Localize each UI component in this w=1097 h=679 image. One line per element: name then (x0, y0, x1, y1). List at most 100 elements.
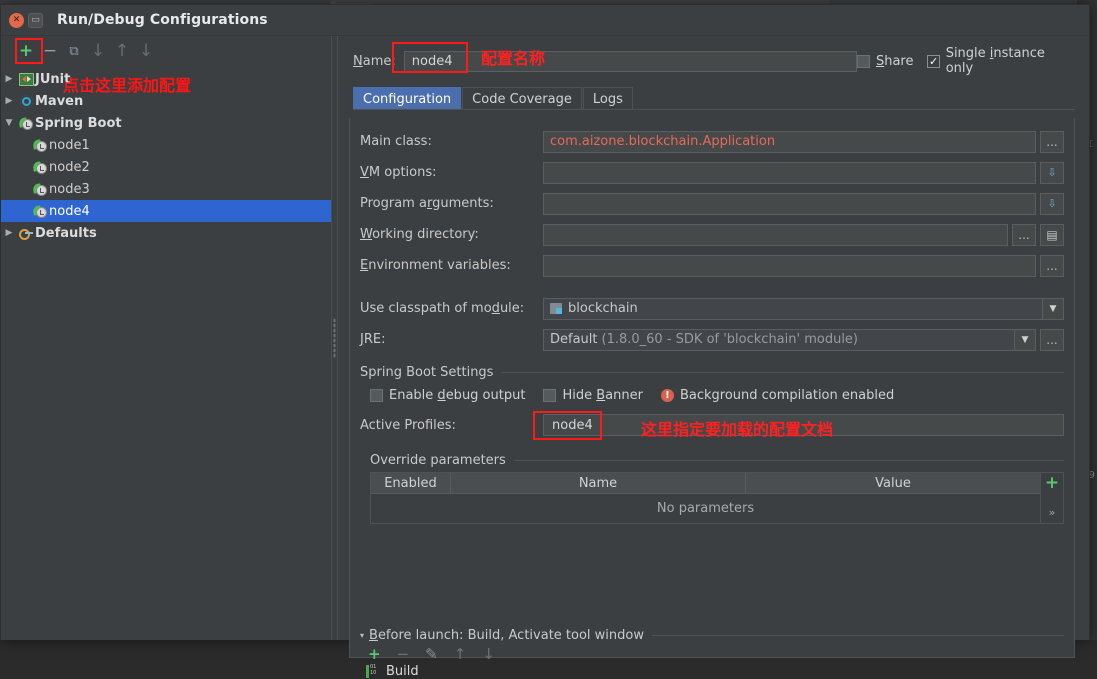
defaults-icon (17, 227, 35, 240)
working-directory-row: Working directory: ... ▤ (360, 223, 1064, 246)
share-checkbox-box[interactable] (856, 54, 870, 68)
name-input[interactable]: node4 (403, 50, 857, 72)
pane-splitter[interactable] (331, 36, 339, 640)
tab-code-coverage[interactable]: Code Coverage (462, 87, 582, 110)
jre-dropdown-arrow-icon[interactable]: ▼ (1014, 328, 1036, 351)
use-classpath-dropdown-arrow-icon[interactable]: ▼ (1042, 297, 1064, 320)
main-class-browse-button[interactable]: ... (1040, 130, 1064, 153)
environment-variables-row: Environment variables: ... (360, 254, 1064, 277)
tree-item-spring-boot[interactable]: ▼ Spring Boot (1, 112, 331, 134)
before-launch-move-up-button[interactable]: ↑ (454, 647, 467, 662)
add-parameter-button[interactable]: + (1045, 475, 1059, 492)
spring-boot-icon (31, 204, 49, 218)
dialog-title: Run/Debug Configurations (57, 12, 268, 28)
spring-boot-icon (31, 138, 49, 152)
before-launch-move-down-button[interactable]: ↓ (482, 647, 495, 662)
warning-icon: ! (660, 389, 674, 402)
spring-boot-settings-title: Spring Boot Settings (360, 365, 494, 380)
override-parameters-title-row: Override parameters (370, 453, 1064, 468)
tree-item-node4[interactable]: node4 (1, 200, 331, 222)
before-launch-edit-icon[interactable]: ✎ (425, 647, 438, 662)
more-options-button[interactable]: » (1049, 506, 1056, 519)
tab-logs[interactable]: Logs (582, 87, 633, 110)
single-instance-checkbox[interactable]: ✓ Single instance only (927, 46, 1067, 76)
before-launch-header[interactable]: ▾ Before launch: Build, Activate tool wi… (360, 628, 1064, 643)
column-header-name[interactable]: Name (451, 473, 746, 493)
jre-browse-button[interactable]: ... (1040, 328, 1064, 351)
spring-boot-icon (17, 116, 35, 130)
move-up-button[interactable]: ↑ (113, 42, 131, 60)
column-header-enabled[interactable]: Enabled (371, 473, 451, 493)
maven-icon (17, 94, 35, 108)
collapse-arrow-icon[interactable]: ▼ (1, 118, 17, 128)
remove-configuration-button[interactable]: − (41, 42, 59, 60)
column-header-value[interactable]: Value (746, 473, 1040, 493)
add-configuration-button[interactable]: + (17, 42, 35, 60)
tree-item-label: node4 (49, 203, 90, 219)
tree-item-defaults[interactable]: ▶ Defaults (1, 222, 331, 244)
jre-row: JRE: Default (1.8.0_60 - SDK of 'blockch… (360, 328, 1064, 351)
tab-configuration[interactable]: Configuration (353, 87, 462, 110)
vm-options-expand-icon[interactable]: ⇩ (1040, 161, 1064, 184)
main-class-input[interactable]: com.aizone.blockchain.Application (543, 130, 1036, 153)
tree-item-node2[interactable]: node2 (1, 156, 331, 178)
program-arguments-expand-icon[interactable]: ⇩ (1040, 192, 1064, 215)
splitter-line-left (331, 36, 332, 640)
section-rule (501, 372, 1064, 373)
single-instance-checkbox-box[interactable]: ✓ (927, 54, 940, 68)
hide-banner-checkbox[interactable]: Hide Banner (543, 388, 643, 403)
share-checkbox[interactable]: Share (856, 54, 913, 69)
background-compilation-notice: ! Background compilation enabled (660, 388, 894, 403)
maximize-icon[interactable]: ▭ (28, 12, 43, 28)
section-rule (513, 460, 1064, 461)
working-directory-input[interactable] (543, 223, 1008, 246)
expand-arrow-icon[interactable]: ▶ (1, 74, 17, 84)
tree-toolbar: + − ⧉ ↓ ↑ ↓ (1, 36, 331, 66)
working-directory-macro-icon[interactable]: ▤ (1040, 223, 1064, 246)
tree-item-node3[interactable]: node3 (1, 178, 331, 200)
configurations-tree-pane: + − ⧉ ↓ ↑ ↓ 点击这里添加配置 ▶ JUnit ▶ Maven ▼ S… (1, 36, 331, 640)
vm-options-input[interactable] (543, 161, 1036, 184)
environment-variables-browse-button[interactable]: ... (1040, 254, 1064, 277)
enable-debug-output-checkbox[interactable]: Enable debug output (370, 388, 525, 403)
splitter-line-right (337, 36, 338, 640)
expand-arrow-icon[interactable]: ▶ (1, 96, 17, 106)
chevron-down-icon[interactable]: ▾ (360, 631, 364, 640)
copy-configuration-button[interactable]: ⧉ (65, 42, 83, 60)
program-arguments-row: Program arguments: ⇩ (360, 192, 1064, 215)
dialog-titlebar: ✕ ▭ Run/Debug Configurations (1, 5, 1089, 36)
program-arguments-input[interactable] (543, 192, 1036, 215)
use-classpath-select[interactable]: blockchain (543, 297, 1043, 320)
hide-banner-label: Hide Banner (562, 388, 643, 403)
before-launch-title: Before launch: Build, Activate tool wind… (369, 628, 644, 643)
jre-hint: (1.8.0_60 - SDK of 'blockchain' module) (601, 332, 859, 347)
enable-debug-output-box[interactable] (370, 389, 383, 402)
hide-banner-box[interactable] (543, 389, 557, 402)
before-launch-item-build[interactable]: Build (366, 664, 1064, 679)
before-launch-add-button[interactable]: + (368, 647, 381, 662)
tree-item-label: node2 (49, 159, 90, 175)
configurations-tree[interactable]: ▶ JUnit ▶ Maven ▼ Spring Boot node1 node… (1, 66, 331, 640)
expand-arrow-icon[interactable]: ▶ (1, 228, 17, 238)
program-arguments-label: Program arguments: (360, 196, 494, 211)
before-launch-remove-button[interactable]: − (397, 647, 410, 662)
environment-variables-label: Environment variables: (360, 258, 511, 273)
use-classpath-value: blockchain (568, 301, 638, 316)
jre-label: JRE: (360, 332, 386, 347)
tree-item-junit[interactable]: ▶ JUnit (1, 68, 331, 90)
save-configuration-button[interactable]: ↓ (89, 42, 107, 60)
override-parameters-table: Enabled Name Value No parameters + » (370, 472, 1064, 524)
working-directory-browse-button[interactable]: ... (1012, 223, 1036, 246)
close-icon[interactable]: ✕ (9, 12, 24, 28)
tree-item-node1[interactable]: node1 (1, 134, 331, 156)
active-profiles-input[interactable]: node4 (543, 414, 1064, 436)
environment-variables-input[interactable] (543, 254, 1036, 277)
tree-item-maven[interactable]: ▶ Maven (1, 90, 331, 112)
tab-underline (353, 109, 1075, 110)
move-down-button[interactable]: ↓ (137, 42, 155, 60)
name-row: Name: node4 配置名称 Share ✓ Single instance… (339, 36, 1089, 76)
splitter-grip-icon (333, 318, 336, 358)
run-debug-configurations-dialog: ✕ ▭ Run/Debug Configurations + − ⧉ ↓ ↑ ↓… (0, 4, 1090, 679)
build-icon (366, 664, 379, 678)
jre-select[interactable]: Default (1.8.0_60 - SDK of 'blockchain' … (543, 328, 1015, 351)
